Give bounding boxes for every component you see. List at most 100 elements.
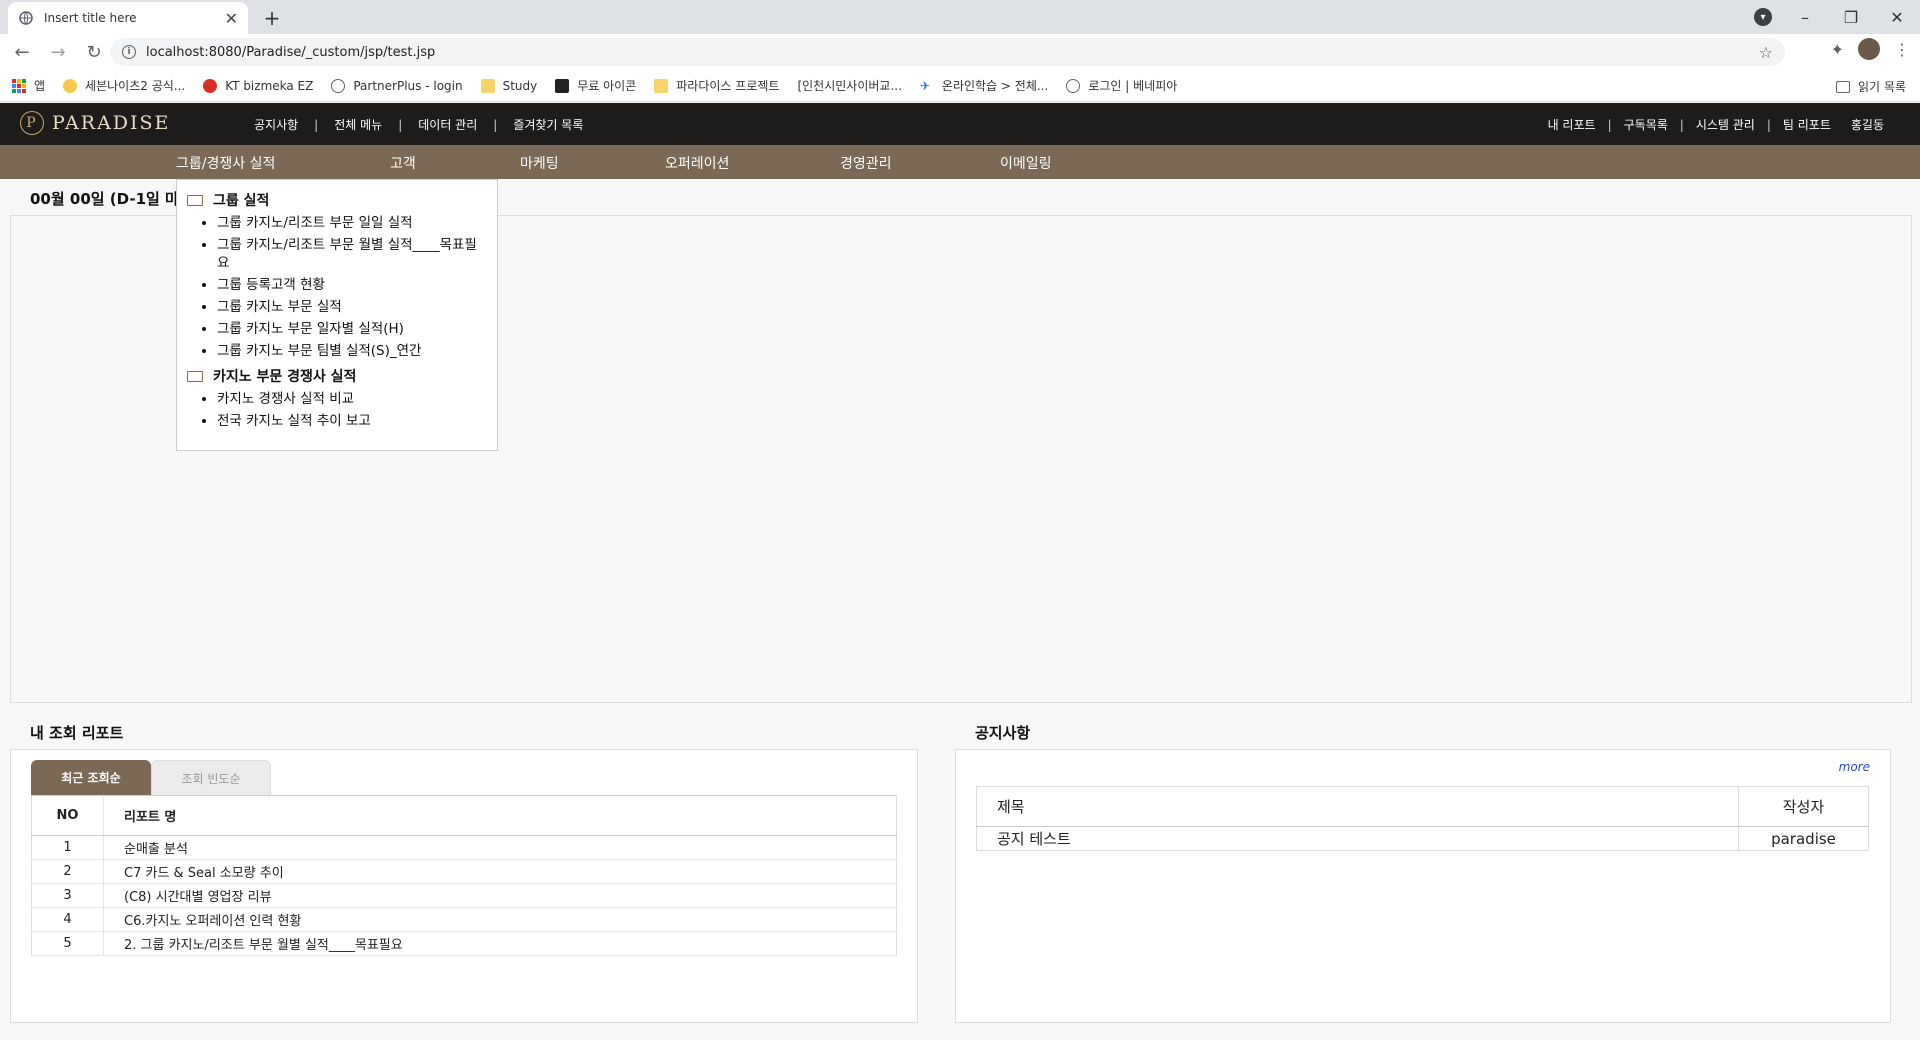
row-report-name[interactable]: 2. 그룹 카지노/리조트 부문 월별 실적____목표필요: [103, 931, 897, 956]
table-row[interactable]: 2 C7 카드 & Seal 소모량 추이: [31, 859, 897, 884]
folder-icon: [480, 78, 495, 93]
dropdown-item[interactable]: 그룹 카지노/리조트 부문 월별 실적____목표필요: [217, 236, 487, 272]
dropdown-item[interactable]: 그룹 카지노 부문 일자별 실적(H): [217, 320, 487, 338]
bookmarks-bar: 앱 세븐나이츠2 공식... KT bizmeka EZ PartnerPlus…: [0, 70, 1920, 102]
reading-list-button[interactable]: 읽기 목록: [1836, 78, 1906, 95]
game-icon: [63, 78, 78, 93]
bookmark-star-icon[interactable]: ☆: [1759, 43, 1773, 62]
tab-recent[interactable]: 최근 조회순: [31, 760, 151, 795]
row-report-name[interactable]: C7 카드 & Seal 소모량 추이: [103, 859, 897, 884]
bookmark-folder[interactable]: 파라다이스 프로젝트: [654, 77, 779, 94]
row-report-name[interactable]: C6.카지노 오퍼레이션 인력 현황: [103, 907, 897, 932]
browser-tab[interactable]: Insert title here ✕: [8, 2, 248, 34]
report-tabs: 최근 조회순 조회 빈도순: [31, 760, 271, 795]
bookmark-label: 온라인학습 > 전체...: [941, 79, 1049, 93]
bookmark-item[interactable]: 무료 아이콘: [555, 77, 636, 94]
top-menu-notice[interactable]: 공지사항: [254, 116, 298, 133]
notice-writer: paradise: [1738, 826, 1869, 851]
nav-operation[interactable]: 오퍼레이션: [665, 153, 729, 173]
bookmark-item[interactable]: KT bizmeka EZ: [203, 78, 313, 93]
tab-search-icon[interactable]: ▾: [1754, 8, 1772, 26]
dropdown-item[interactable]: 카지노 경쟁사 실적 비교: [217, 390, 487, 408]
separator: |: [398, 117, 403, 132]
bookmark-item[interactable]: 로그인 | 베네피아: [1066, 77, 1177, 94]
reload-icon[interactable]: ↻: [80, 38, 108, 66]
dropdown-group-title: 그룹 실적: [213, 193, 270, 209]
bookmark-label: 앱: [34, 79, 46, 93]
dropdown-group-header: 카지노 부문 경쟁사 실적: [187, 366, 487, 386]
nav-group-performance[interactable]: 그룹/경쟁사 실적: [176, 153, 275, 173]
dropdown-item[interactable]: 그룹 카지노 부문 팀별 실적(S)_연간: [217, 342, 487, 360]
url-text: localhost:8080/Paradise/_custom/jsp/test…: [146, 44, 436, 60]
column-title: 제목: [976, 786, 1739, 827]
bookmark-label: PartnerPlus - login: [353, 78, 463, 93]
forward-icon[interactable]: →: [44, 38, 72, 66]
minimize-icon[interactable]: –: [1782, 8, 1828, 27]
notices-title: 공지사항: [975, 724, 1031, 742]
kt-icon: [203, 78, 218, 93]
nav-emailing[interactable]: 이메일링: [1000, 153, 1052, 173]
top-menu-favorites[interactable]: 즐겨찾기 목록: [513, 116, 583, 133]
close-window-icon[interactable]: ✕: [1874, 8, 1920, 27]
table-row[interactable]: 4 C6.카지노 오퍼레이션 인력 현황: [31, 907, 897, 932]
report-table: NO 리포트 명 1 순매출 분석 2 C7 카드 & Seal 소모량 추이 3(…: [31, 795, 897, 956]
bookmark-label: 세븐나이츠2 공식...: [85, 79, 186, 93]
paradise-logo-icon: P: [20, 111, 44, 135]
row-no: 3: [31, 883, 104, 908]
close-tab-icon[interactable]: ✕: [225, 9, 238, 28]
info-icon[interactable]: i: [122, 45, 136, 59]
back-icon[interactable]: ←: [8, 38, 36, 66]
browser-menu-icon[interactable]: ⋮: [1894, 40, 1910, 59]
util-subscriptions[interactable]: 구독목록: [1624, 116, 1668, 133]
address-bar[interactable]: i localhost:8080/Paradise/_custom/jsp/te…: [110, 38, 1785, 66]
restore-icon[interactable]: ❐: [1828, 8, 1874, 27]
dropdown-item[interactable]: 그룹 카지노/리조트 부문 일일 실적: [217, 214, 487, 232]
globe-icon: [331, 78, 346, 93]
row-report-name[interactable]: 순매출 분석: [103, 835, 897, 860]
row-no: 1: [31, 835, 104, 860]
nav-management[interactable]: 경영관리: [840, 153, 892, 173]
bookmark-item[interactable]: [인천시민사이버교...: [797, 77, 901, 94]
bookmark-label: 무료 아이콘: [577, 79, 637, 93]
user-name[interactable]: 홍길동: [1851, 116, 1884, 133]
table-row[interactable]: 1 순매출 분석: [31, 835, 897, 860]
profile-avatar[interactable]: [1858, 38, 1880, 60]
table-row[interactable]: 공지 테스트 paradise: [977, 826, 1869, 851]
dropdown-item[interactable]: 그룹 카지노 부문 실적: [217, 298, 487, 316]
more-link[interactable]: more: [1839, 760, 1870, 774]
table-row[interactable]: 3 (C8) 시간대별 영업장 리뷰: [31, 883, 897, 908]
paradise-logo[interactable]: P PARADISE: [20, 111, 170, 135]
util-team-report[interactable]: 팀 리포트: [1783, 116, 1831, 133]
my-reports-panel: 최근 조회순 조회 빈도순 NO 리포트 명 1 순매출 분석 2 C7 카드 & …: [10, 749, 918, 1023]
folder-open-icon: [187, 194, 203, 206]
notice-title[interactable]: 공지 테스트: [977, 827, 1739, 851]
dropdown-item[interactable]: 그룹 등록고객 현황: [217, 276, 487, 294]
nav-dropdown-menu: 그룹 실적 그룹 카지노/리조트 부문 일일 실적 그룹 카지노/리조트 부문 …: [176, 179, 498, 451]
new-tab-button[interactable]: +: [262, 6, 282, 30]
tab-frequency[interactable]: 조회 빈도순: [151, 760, 271, 795]
bookmark-item[interactable]: ✈ 온라인학습 > 전체...: [920, 77, 1048, 94]
apps-grid-icon: [12, 78, 26, 93]
util-system-admin[interactable]: 시스템 관리: [1696, 116, 1755, 133]
dropdown-item[interactable]: 전국 카지노 실적 추이 보고: [217, 412, 487, 430]
bookmark-apps[interactable]: 앱: [12, 77, 45, 94]
row-no: 5: [31, 931, 104, 956]
nav-customer[interactable]: 고객: [390, 153, 416, 173]
globe-icon: [1066, 78, 1081, 93]
bookmark-folder[interactable]: Study: [480, 78, 537, 93]
row-report-name[interactable]: (C8) 시간대별 영업장 리뷰: [103, 883, 897, 908]
top-menu-data[interactable]: 데이터 관리: [418, 116, 477, 133]
extensions-icon[interactable]: ✦: [1831, 40, 1844, 59]
nav-marketing[interactable]: 마케팅: [520, 153, 559, 173]
bookmark-item[interactable]: 세븐나이츠2 공식...: [63, 77, 185, 94]
hero-title: 00월 00일 (D-1일 마: [30, 190, 179, 208]
icon-site-icon: [555, 78, 570, 93]
top-menu-all[interactable]: 전체 메뉴: [334, 116, 382, 133]
reading-list-label: 읽기 목록: [1858, 80, 1906, 94]
table-row[interactable]: 5 2. 그룹 카지노/리조트 부문 월별 실적____목표필요: [31, 931, 897, 956]
bookmark-label: [인천시민사이버교...: [797, 79, 902, 93]
bookmark-item[interactable]: PartnerPlus - login: [331, 78, 463, 93]
dropdown-list: 카지노 경쟁사 실적 비교 전국 카지노 실적 추이 보고: [187, 390, 487, 430]
util-my-report[interactable]: 내 리포트: [1548, 116, 1596, 133]
column-writer: 작성자: [1738, 786, 1869, 827]
